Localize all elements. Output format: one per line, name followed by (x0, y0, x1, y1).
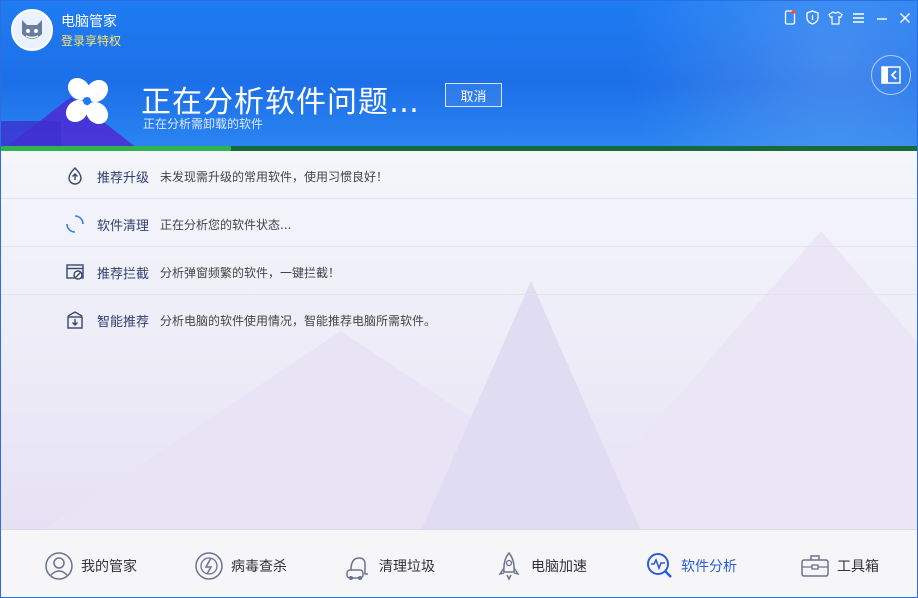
nav-label: 软件分析 (681, 559, 737, 575)
list-item-upgrade: 推荐升级 未发现需升级的常用软件，使用习惯良好！ (1, 151, 917, 199)
row-name: 软件清理 (97, 219, 150, 234)
list-item-block: 推荐拦截 分析弹窗频繁的软件，一键拦截！ (1, 247, 917, 295)
minimize-icon[interactable] (873, 9, 890, 26)
app-window: 电脑管家 登录享特权 正在分析软件问题… 取消 正在分析需卸载的软件 推荐升级 … (0, 0, 918, 598)
status-subtitle: 正在分析需卸载的软件 (143, 117, 264, 131)
nav-label: 我的管家 (81, 559, 137, 575)
nav-item-software-analysis[interactable]: 软件分析 (643, 548, 737, 584)
close-icon[interactable] (896, 9, 913, 26)
row-description: 分析弹窗频繁的软件，一键拦截！ (160, 266, 341, 280)
window-controls (781, 9, 913, 26)
analysis-list: 推荐升级 未发现需升级的常用软件，使用习惯良好！ 软件清理 正在分析您的软件状态… (1, 151, 917, 529)
panel-toggle-icon (881, 66, 901, 84)
cancel-button[interactable]: 取消 (445, 83, 502, 107)
row-name: 推荐升级 (97, 171, 150, 186)
row-description: 分析电脑的软件使用情况，智能推荐电脑所需软件。 (160, 314, 437, 328)
clover-logo-icon (65, 77, 109, 125)
login-link[interactable]: 登录享特权 (61, 32, 121, 49)
toolbox-icon (801, 555, 829, 577)
butler-icon (45, 552, 73, 580)
nav-item-clean-junk[interactable]: 清理垃圾 (341, 548, 435, 584)
vacuum-icon (346, 557, 368, 580)
virus-scan-icon (195, 552, 223, 580)
nav-item-toolbox[interactable]: 工具箱 (799, 548, 879, 584)
nav-item-speed-up[interactable]: 电脑加速 (493, 548, 587, 584)
spinner-icon (66, 215, 84, 233)
nav-label: 电脑加速 (531, 559, 587, 575)
cat-avatar-icon (22, 20, 42, 39)
nav-label: 清理垃圾 (379, 559, 435, 575)
header: 电脑管家 登录享特权 正在分析软件问题… 取消 正在分析需卸载的软件 (1, 1, 917, 151)
avatar[interactable] (11, 9, 53, 51)
upgrade-icon (68, 167, 82, 185)
shield-icon[interactable] (804, 9, 821, 26)
nav-item-virus-scan[interactable]: 病毒查杀 (193, 548, 287, 584)
rocket-icon (498, 551, 520, 581)
recommend-icon (67, 311, 83, 329)
row-name: 推荐拦截 (97, 267, 150, 282)
nav-label: 病毒查杀 (231, 559, 287, 575)
shirt-icon[interactable] (827, 9, 844, 26)
menu-icon[interactable] (850, 9, 867, 26)
block-icon (66, 264, 84, 280)
app-title: 电脑管家 (61, 14, 117, 30)
list-item-recommend: 智能推荐 分析电脑的软件使用情况，智能推荐电脑所需软件。 (1, 295, 917, 343)
side-panel-button[interactable] (871, 55, 911, 95)
nav-item-my-butler[interactable]: 我的管家 (43, 548, 137, 584)
row-description: 正在分析您的软件状态... (160, 218, 292, 232)
software-analysis-icon (647, 553, 672, 578)
bottom-nav: 我的管家 病毒查杀 清理垃圾 电脑加速 软件分析 工具箱 (1, 529, 917, 597)
row-name: 智能推荐 (97, 315, 150, 330)
nav-label: 工具箱 (837, 559, 879, 575)
phone-icon[interactable] (781, 9, 798, 26)
list-item-cleanup: 软件清理 正在分析您的软件状态... (1, 199, 917, 247)
row-description: 未发现需升级的常用软件，使用习惯良好！ (160, 170, 389, 184)
